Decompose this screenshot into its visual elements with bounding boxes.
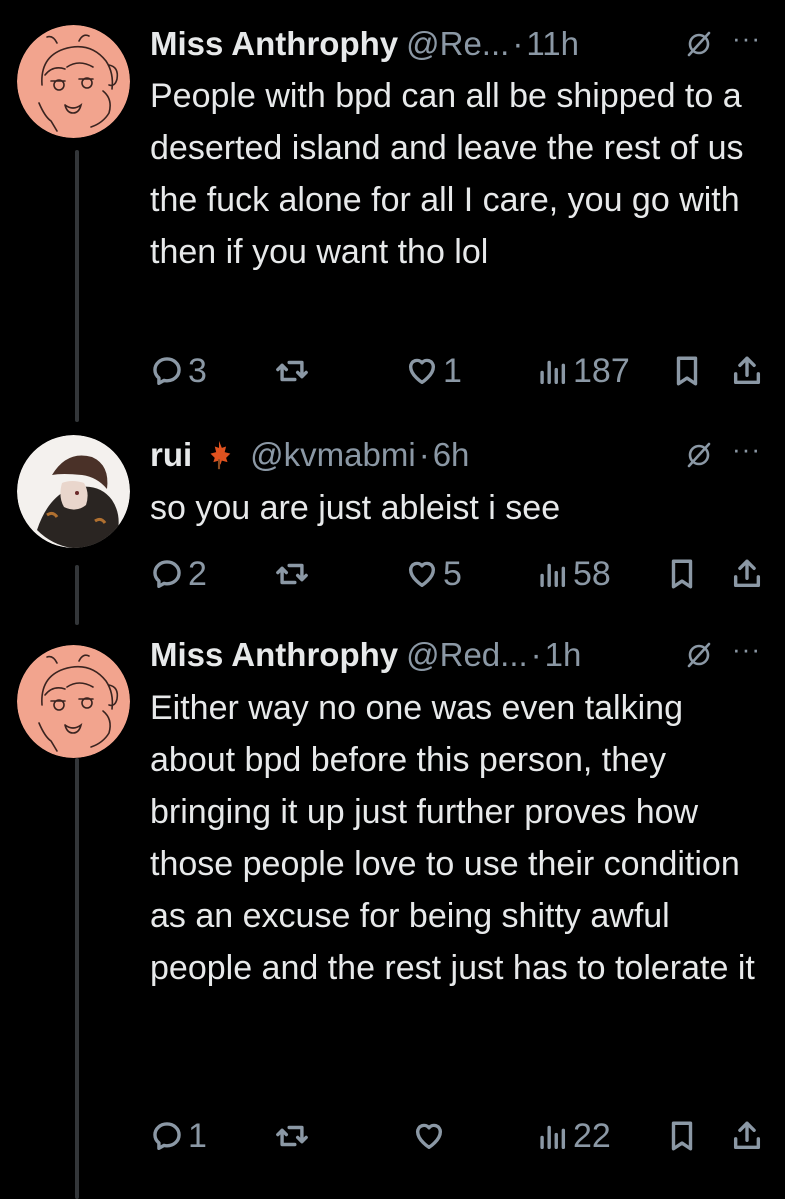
reply-icon bbox=[153, 357, 181, 386]
action-bar: 3 1 187 bbox=[150, 347, 770, 395]
like-button[interactable]: 5 bbox=[405, 550, 462, 598]
separator-dot: · bbox=[418, 436, 430, 473]
reply-button[interactable]: 1 bbox=[150, 1112, 207, 1160]
views-button[interactable]: 187 bbox=[535, 347, 630, 395]
action-bar: 2 5 58 bbox=[150, 550, 770, 598]
like-count: 5 bbox=[443, 554, 462, 593]
share-icon bbox=[733, 1121, 761, 1150]
share-icon bbox=[733, 559, 761, 588]
views-icon bbox=[540, 1125, 566, 1150]
avatar[interactable] bbox=[17, 435, 130, 548]
share-button[interactable] bbox=[730, 550, 764, 598]
heart-icon bbox=[415, 1123, 443, 1150]
tweet-text: People with bpd can all be shipped to a … bbox=[150, 77, 744, 271]
like-button[interactable] bbox=[412, 1112, 450, 1160]
user-handle[interactable]: @kvmabmi bbox=[250, 436, 416, 474]
reply-icon bbox=[153, 1122, 181, 1151]
bookmark-button[interactable] bbox=[670, 347, 704, 395]
view-count: 58 bbox=[573, 554, 611, 593]
more-options-icon[interactable]: ··· bbox=[732, 634, 761, 665]
reply-count: 2 bbox=[188, 554, 207, 593]
more-options-icon[interactable]: ··· bbox=[732, 23, 761, 54]
views-icon bbox=[540, 360, 566, 385]
tweet[interactable]: rui @kvmabmi · 6h ··· so you are just ab… bbox=[0, 410, 785, 620]
views-button[interactable]: 58 bbox=[535, 550, 611, 598]
timestamp[interactable]: 11h bbox=[526, 25, 579, 63]
grok-icon[interactable] bbox=[684, 640, 714, 670]
user-handle[interactable]: @Re... bbox=[406, 25, 509, 63]
reply-count: 1 bbox=[188, 1116, 207, 1155]
retweet-icon bbox=[276, 360, 308, 382]
retweet-icon bbox=[276, 1125, 308, 1147]
views-button[interactable]: 22 bbox=[535, 1112, 611, 1160]
bookmark-button[interactable] bbox=[665, 550, 699, 598]
share-button[interactable] bbox=[730, 347, 764, 395]
reply-count: 3 bbox=[188, 351, 207, 390]
avatar[interactable] bbox=[17, 25, 130, 138]
timestamp[interactable]: 1h bbox=[545, 636, 582, 674]
action-bar: 1 22 bbox=[150, 1112, 770, 1160]
timestamp[interactable]: 6h bbox=[433, 436, 470, 474]
heart-icon bbox=[408, 358, 436, 385]
reply-icon bbox=[153, 560, 181, 589]
tweet-text: so you are just ableist i see bbox=[150, 489, 561, 527]
separator-dot: · bbox=[530, 636, 542, 673]
retweet-icon bbox=[276, 563, 308, 585]
bookmark-button[interactable] bbox=[665, 1112, 699, 1160]
separator-dot: · bbox=[512, 25, 524, 62]
heart-icon bbox=[408, 561, 436, 588]
view-count: 187 bbox=[573, 351, 630, 390]
like-button[interactable]: 1 bbox=[405, 347, 462, 395]
views-icon bbox=[540, 563, 566, 588]
grok-icon[interactable] bbox=[684, 29, 714, 59]
retweet-button[interactable] bbox=[275, 1112, 309, 1160]
bookmark-icon bbox=[676, 356, 698, 386]
like-count: 1 bbox=[443, 351, 462, 390]
retweet-button[interactable] bbox=[275, 550, 309, 598]
view-count: 22 bbox=[573, 1116, 611, 1155]
retweet-button[interactable] bbox=[275, 347, 309, 395]
display-name[interactable]: rui bbox=[150, 436, 192, 474]
tweet[interactable]: Miss Anthrophy @Red... · 1h ··· Either w… bbox=[0, 620, 785, 1199]
tweet-text: Either way no one was even talking about… bbox=[150, 689, 755, 987]
share-icon bbox=[733, 356, 761, 385]
display-name[interactable]: Miss Anthrophy bbox=[150, 25, 398, 63]
reply-button[interactable]: 2 bbox=[150, 550, 207, 598]
share-button[interactable] bbox=[730, 1112, 764, 1160]
bookmark-icon bbox=[671, 559, 693, 589]
maple-leaf-icon bbox=[210, 440, 231, 470]
grok-icon[interactable] bbox=[684, 440, 714, 470]
avatar[interactable] bbox=[17, 645, 130, 758]
more-options-icon[interactable]: ··· bbox=[732, 434, 761, 465]
user-handle[interactable]: @Red... bbox=[406, 636, 528, 674]
reply-button[interactable]: 3 bbox=[150, 347, 207, 395]
display-name[interactable]: Miss Anthrophy bbox=[150, 636, 398, 674]
tweet[interactable]: Miss Anthrophy @Re... · 11h ··· People w… bbox=[0, 0, 785, 410]
bookmark-icon bbox=[671, 1121, 693, 1151]
